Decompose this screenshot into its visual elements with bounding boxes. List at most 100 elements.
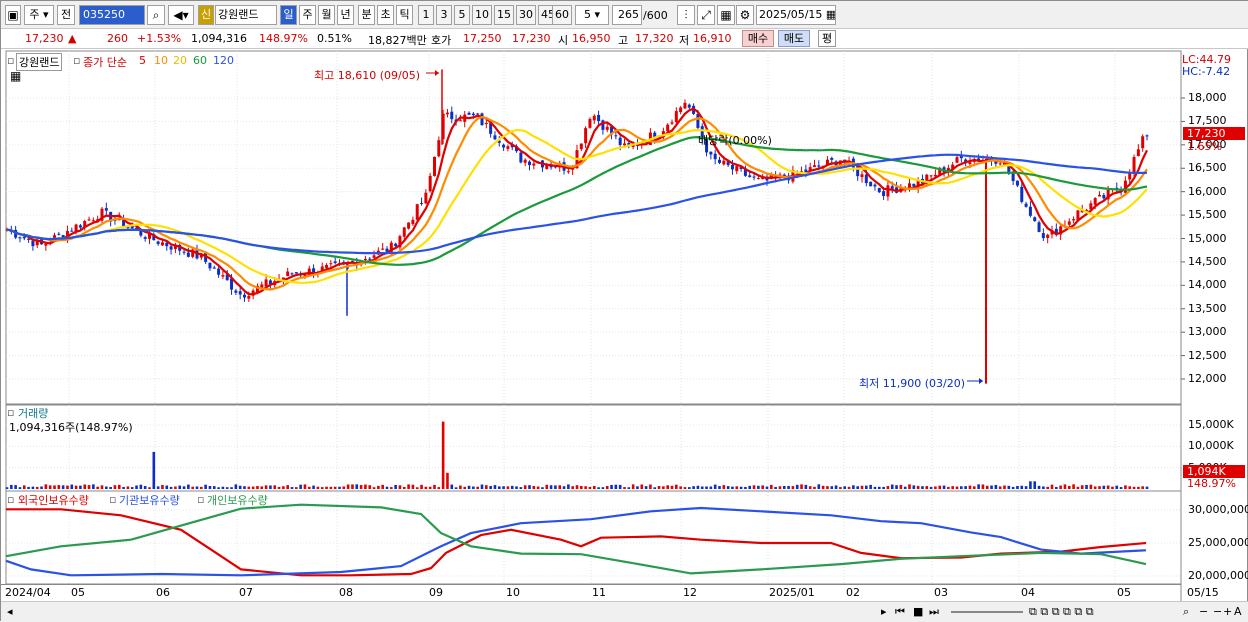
volume-bar <box>657 486 661 489</box>
volume-bar <box>679 486 682 489</box>
foreign-holding-label[interactable]: 외국인보유수량 <box>18 492 89 508</box>
candle-body <box>411 219 415 225</box>
candle-body <box>333 261 337 264</box>
volume-bar <box>873 486 877 489</box>
volume-bar <box>588 486 592 489</box>
y-tick-label: 15,000 <box>1188 231 1227 245</box>
zoom-slider[interactable] <box>951 611 1023 613</box>
chart-canvas[interactable] <box>1 1 1248 622</box>
candle-body <box>713 153 717 160</box>
rewind-icon[interactable]: ⏮ <box>895 605 905 619</box>
x-label: 10 <box>506 586 520 599</box>
stop-icon[interactable]: ■ <box>913 605 923 618</box>
candle-body <box>864 174 868 184</box>
holding-tick-label: 20,000,000 <box>1188 569 1248 582</box>
volume-bar <box>1042 486 1045 489</box>
volume-bar <box>869 484 872 489</box>
candle-body <box>1024 203 1028 207</box>
candle-body <box>415 204 419 220</box>
institution-holding-label[interactable]: 기관보유수량 <box>119 492 180 508</box>
volume-bar <box>1020 485 1024 489</box>
y-tick-label: 14,000 <box>1188 278 1227 292</box>
volume-bar <box>1145 486 1149 489</box>
volume-bar <box>273 485 277 489</box>
candle-body <box>420 202 424 204</box>
minus-icon[interactable]: − <box>1213 605 1222 618</box>
volume-bar <box>156 486 160 489</box>
volume-bar <box>14 485 17 489</box>
volume-bar <box>411 484 415 489</box>
forward-icon[interactable]: ⏭ <box>929 605 939 619</box>
zoom-in-icon[interactable]: ⌕ <box>1183 605 1189 619</box>
text-size-icon[interactable]: A <box>1234 605 1242 618</box>
candle-body <box>476 113 480 115</box>
volume-bar <box>938 485 942 489</box>
candle-body <box>480 113 484 126</box>
volume-bar <box>925 486 929 489</box>
candle-body <box>1028 206 1032 216</box>
scroll-right-icon[interactable]: ▸ <box>881 605 887 618</box>
candle-body <box>91 220 95 222</box>
volume-tick-label: 10,000K <box>1188 439 1234 453</box>
candle-body <box>243 294 246 298</box>
volume-bar <box>5 487 9 489</box>
candle-body <box>57 233 61 235</box>
volume-bar <box>126 486 130 489</box>
price-panel-title[interactable]: 강원랜드 <box>16 53 63 71</box>
volume-bar <box>420 484 423 489</box>
zoom-out-icon[interactable]: − <box>1199 605 1208 618</box>
volume-bar <box>644 486 648 489</box>
volume-bar <box>627 487 631 489</box>
volume-bar <box>238 485 242 489</box>
scroll-left-icon[interactable]: ◂ <box>7 605 13 618</box>
volume-bar <box>385 486 389 489</box>
volume-bar <box>402 486 406 489</box>
volume-bar <box>882 486 885 489</box>
x-label: 2025/01 <box>769 586 815 599</box>
candle-body <box>1020 186 1024 202</box>
candle-body <box>22 236 26 239</box>
plus-icon[interactable]: + <box>1223 605 1232 618</box>
y-tick-label: 16,000 <box>1188 184 1227 198</box>
dividend-note: 배당락(0.00%) <box>698 134 772 147</box>
ma-legend-label[interactable]: 종가 단순 <box>83 54 127 70</box>
volume-bar <box>390 487 393 489</box>
volume-bar <box>472 486 475 489</box>
candle-body <box>450 111 454 120</box>
ma5-label: 5 <box>139 54 146 67</box>
candle-body <box>221 275 225 277</box>
volume-bar <box>821 485 825 489</box>
volume-bar <box>847 486 851 489</box>
ma10-label: 10 <box>154 54 168 67</box>
last-price-pct: 1.65% <box>1187 140 1222 153</box>
candle-body <box>424 192 428 204</box>
individual-holding-label[interactable]: 개인보유수량 <box>207 492 268 508</box>
volume-bar <box>562 486 566 489</box>
candle-body <box>1037 222 1041 232</box>
volume-bar <box>415 487 419 489</box>
volume-bar <box>225 487 229 489</box>
candle-body <box>1041 233 1045 239</box>
candle-body <box>407 222 411 229</box>
volume-bar <box>955 486 959 489</box>
volume-bar <box>87 485 91 489</box>
candle-body <box>584 128 588 144</box>
volume-bar <box>886 486 890 489</box>
candle-body <box>329 263 333 265</box>
candle-body <box>532 163 536 166</box>
volume-bar <box>200 486 203 489</box>
candle-body <box>264 279 268 287</box>
candle-body <box>709 151 713 155</box>
candle-body <box>566 171 570 173</box>
candle-body <box>735 166 739 172</box>
candle-body <box>1141 136 1145 149</box>
window-icons[interactable]: ⧉ ⧉ ⧉ ⧉ ⧉ ⧉ <box>1029 605 1094 619</box>
candle-body <box>1072 219 1076 221</box>
candle-body <box>588 119 592 128</box>
volume-bar <box>303 484 307 489</box>
table-icon[interactable]: ▦ <box>10 69 21 83</box>
volume-bar <box>53 485 56 489</box>
volume-bar <box>217 487 220 489</box>
volume-bar <box>964 486 967 489</box>
candle-body <box>683 102 687 109</box>
